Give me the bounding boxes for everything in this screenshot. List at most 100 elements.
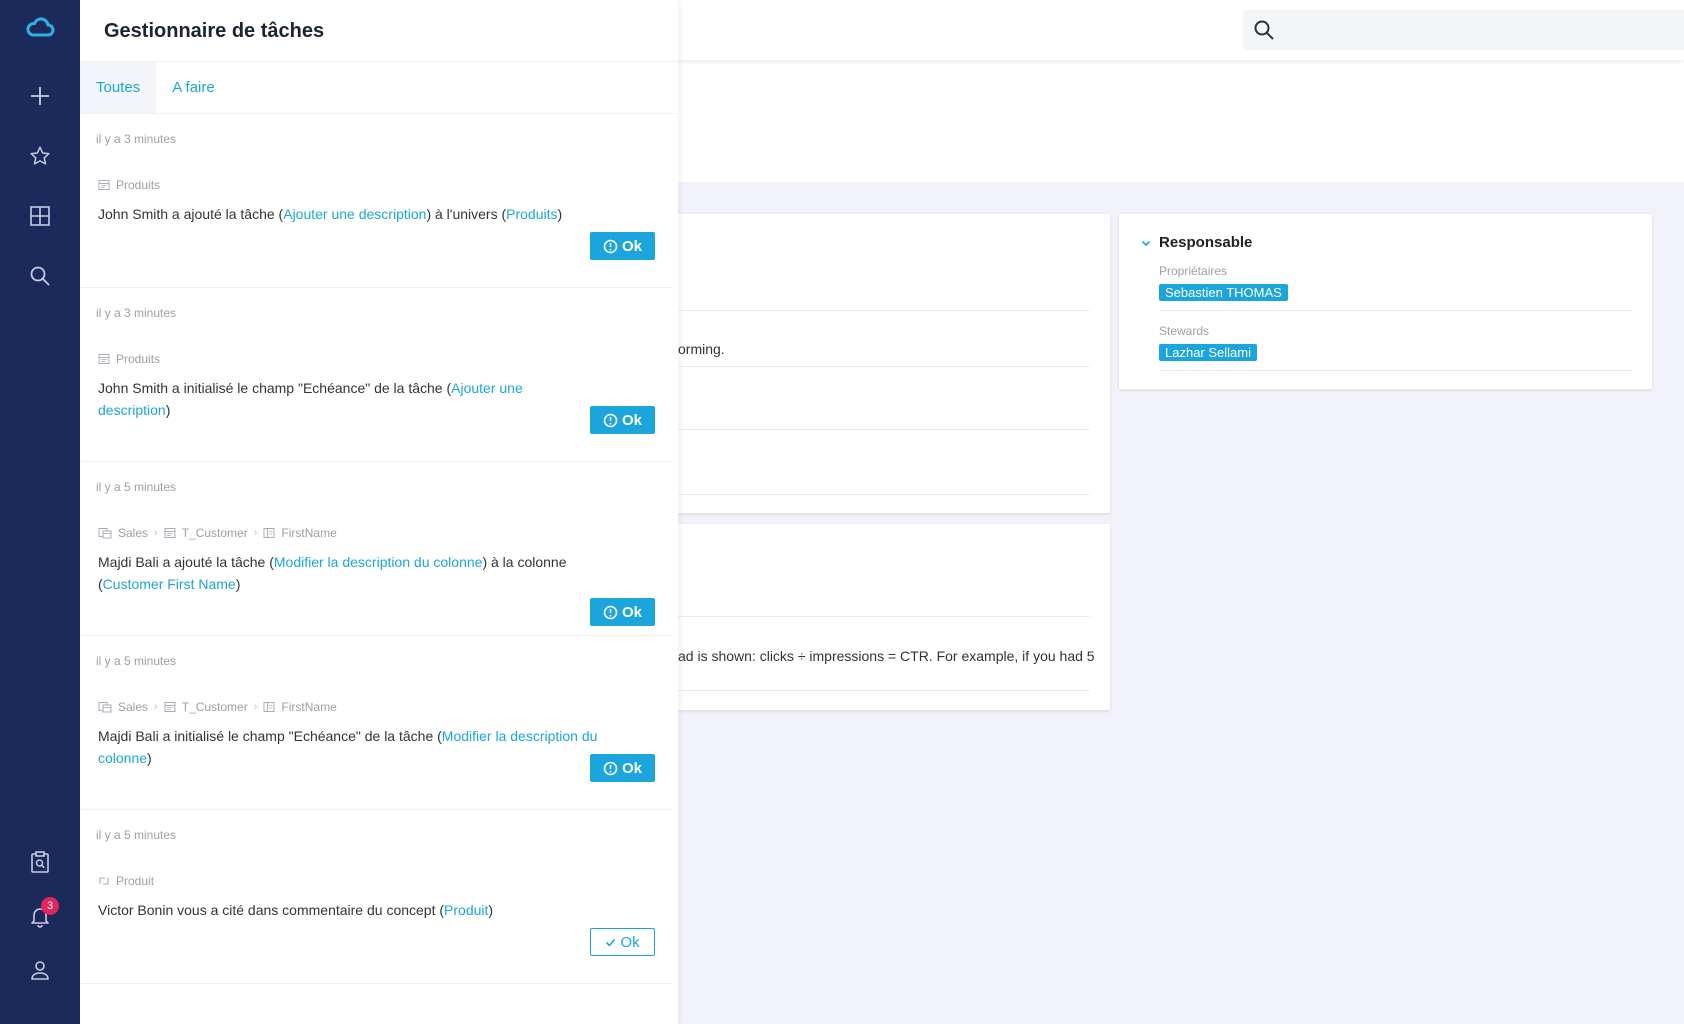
task-timestamp: il y a 3 minutes: [96, 306, 177, 320]
tab-todo[interactable]: A faire: [156, 62, 231, 113]
breadcrumb-item[interactable]: T_Customer: [182, 526, 248, 540]
breadcrumb-item[interactable]: T_Customer: [182, 700, 248, 714]
task-text: Majdi Bali a ajouté la tâche (: [98, 554, 274, 570]
breadcrumb-item[interactable]: FirstName: [281, 700, 336, 714]
global-search-input[interactable]: [1243, 10, 1684, 50]
divider: [678, 310, 1090, 311]
plus-icon[interactable]: [0, 68, 80, 124]
background-card-1: orming.: [678, 214, 1110, 513]
table-icon: [164, 527, 176, 539]
background-card-2: ad is shown: clicks ÷ impressions = CTR.…: [678, 524, 1110, 710]
clipboard-search-icon[interactable]: [0, 834, 80, 890]
task-text: ): [165, 402, 171, 418]
breadcrumb-item[interactable]: Produit: [116, 874, 154, 888]
divider: [678, 494, 1090, 495]
table-icon: [98, 353, 110, 365]
task-description: John Smith a ajouté la tâche (Ajouter un…: [98, 203, 598, 225]
task-manager-panel: Gestionnaire de tâches Toutes A faire il…: [80, 0, 678, 1024]
ok-button-label: Ok: [620, 933, 640, 951]
task-description: Majdi Bali a initialisé le champ "Echéan…: [98, 725, 598, 769]
chevron-down-icon: [1141, 240, 1151, 246]
task-text: John Smith a ajouté la tâche (: [98, 206, 284, 222]
breadcrumb-item[interactable]: Produits: [116, 178, 160, 192]
task-link[interactable]: Ajouter une description: [283, 206, 426, 222]
task-link[interactable]: Produits: [506, 206, 557, 222]
database-icon: [98, 701, 112, 713]
tab-all[interactable]: Toutes: [80, 62, 157, 113]
column-icon: [263, 701, 275, 713]
ok-button-label: Ok: [621, 603, 642, 621]
ok-button[interactable]: Ok: [590, 928, 655, 956]
task-link[interactable]: Customer First Name: [103, 576, 236, 592]
task-list: il y a 3 minutes Produits John Smith a ajo…: [80, 114, 678, 984]
task-breadcrumb: Produits: [98, 178, 160, 192]
task-link[interactable]: Produit: [444, 902, 488, 918]
column-icon: [263, 527, 275, 539]
task-item: il y a 3 minutes Produits John Smith a ajo…: [80, 114, 672, 288]
breadcrumb-item[interactable]: FirstName: [281, 526, 336, 540]
ok-button-label: Ok: [621, 411, 642, 429]
ok-button[interactable]: Ok: [590, 598, 655, 626]
task-breadcrumb: Produit: [98, 874, 154, 888]
user-icon[interactable]: [0, 942, 80, 998]
cloud-logo-icon[interactable]: [0, 0, 80, 56]
breadcrumb-separator: ›: [253, 701, 258, 713]
divider: [678, 616, 1090, 617]
alert-circle-icon: [603, 605, 618, 620]
owner-tag[interactable]: Sebastien THOMAS: [1159, 284, 1288, 301]
divider: [678, 690, 1090, 691]
divider: [678, 366, 1090, 367]
alert-circle-icon: [603, 239, 618, 254]
alert-circle-icon: [603, 761, 618, 776]
ok-button-label: Ok: [621, 237, 642, 255]
owners-label: Propriétaires: [1159, 264, 1228, 278]
breadcrumb-item[interactable]: Sales: [118, 526, 148, 540]
task-text: ): [147, 750, 152, 766]
navigation-rail: 3: [0, 0, 80, 1024]
responsable-title: Responsable: [1159, 234, 1253, 251]
task-item: il y a 5 minutes Sales › T_Customer › FirstNa…: [80, 636, 672, 810]
task-link[interactable]: Modifier la description du colonne: [274, 554, 483, 570]
bell-icon[interactable]: 3: [0, 888, 80, 944]
star-icon[interactable]: [0, 128, 80, 184]
breadcrumb-item[interactable]: Produits: [116, 352, 160, 366]
divider: [678, 429, 1090, 430]
task-text: ): [557, 206, 563, 222]
responsable-header[interactable]: Responsable: [1141, 234, 1252, 251]
task-text: Majdi Bali a initialisé le champ "Echéan…: [98, 728, 442, 744]
ok-button[interactable]: Ok: [590, 406, 655, 434]
task-description: Victor Bonin vous a cité dans commentair…: [98, 899, 598, 921]
breadcrumb-separator: ›: [154, 701, 158, 713]
task-timestamp: il y a 5 minutes: [96, 480, 177, 494]
breadcrumb-separator: ›: [253, 527, 258, 539]
grid-icon[interactable]: [0, 188, 80, 244]
breadcrumb-item[interactable]: Sales: [118, 700, 148, 714]
task-description: John Smith a initialisé le champ "Echéan…: [98, 377, 598, 421]
task-timestamp: il y a 5 minutes: [96, 828, 177, 842]
panel-title: Gestionnaire de tâches: [80, 0, 678, 62]
ok-button-label: Ok: [621, 759, 642, 777]
responsable-card: Responsable Propriétaires Sebastien THOM…: [1119, 214, 1652, 389]
task-tabs: Toutes A faire: [80, 62, 678, 114]
task-item: il y a 3 minutes Produits John Smith a ini…: [80, 288, 672, 462]
task-breadcrumb: Sales › T_Customer › FirstName: [98, 700, 337, 714]
database-icon: [98, 527, 112, 539]
table-icon: [164, 701, 176, 713]
card-text-fragment: ad is shown: clicks ÷ impressions = CTR.…: [678, 648, 1095, 664]
card-text-fragment: orming.: [678, 341, 725, 357]
steward-tag[interactable]: Lazhar Sellami: [1159, 344, 1257, 361]
concept-icon: [98, 875, 110, 887]
task-text: ): [488, 902, 494, 918]
ok-button[interactable]: Ok: [590, 754, 655, 782]
ok-button[interactable]: Ok: [590, 232, 655, 260]
search-icon[interactable]: [0, 248, 80, 304]
breadcrumb-separator: ›: [154, 527, 158, 539]
task-description: Majdi Bali a ajouté la tâche (Modifier l…: [98, 551, 598, 595]
task-text: Victor Bonin vous a cité dans commentair…: [98, 902, 445, 918]
task-timestamp: il y a 3 minutes: [96, 132, 177, 146]
divider: [1159, 370, 1632, 371]
task-text: ): [235, 576, 241, 592]
task-text: ) à l'univers (: [426, 206, 507, 222]
table-icon: [98, 179, 110, 191]
task-item: il y a 5 minutes Produit Victor Bonin vous…: [80, 810, 672, 984]
